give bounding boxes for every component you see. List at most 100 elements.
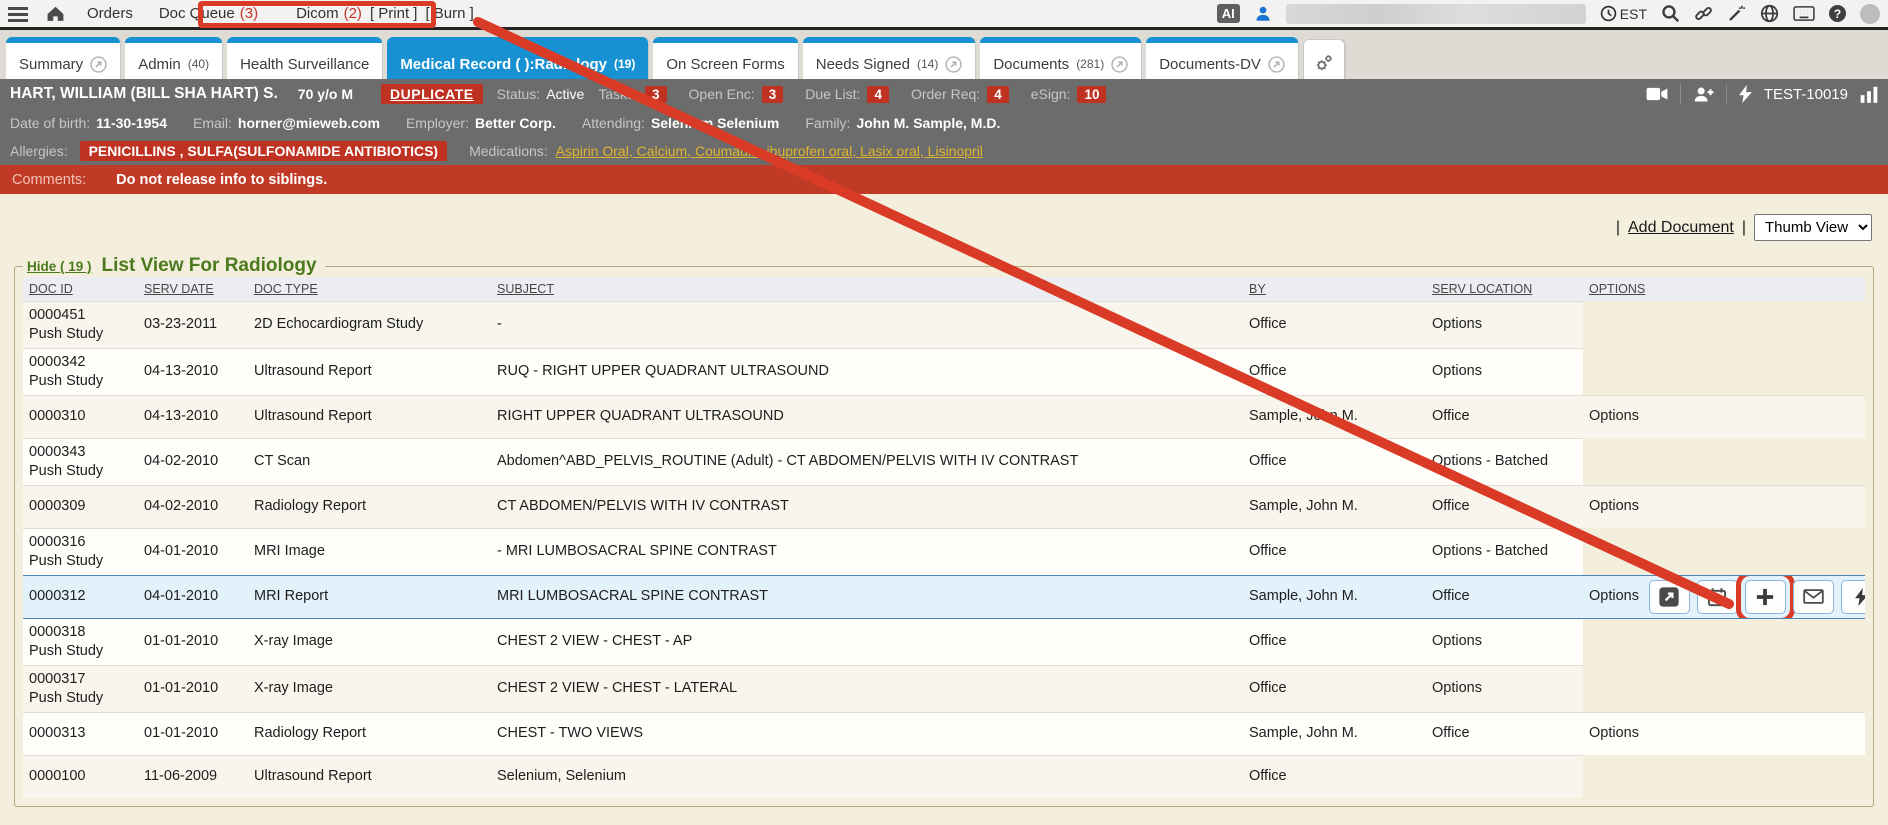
- divider: |: [1742, 219, 1746, 237]
- quick-action-lightning-icon[interactable]: [1739, 85, 1752, 103]
- patient-badge-item[interactable]: Order Req: 4: [911, 86, 1009, 103]
- nav-orders[interactable]: Orders: [87, 5, 133, 22]
- serv-location-cell: Office: [1426, 485, 1583, 528]
- nav-dicom[interactable]: Dicom (2): [296, 5, 362, 22]
- document-row[interactable]: 0000100 11-06-2009 Ultrasound Report Sel…: [23, 755, 1865, 798]
- add-document-link[interactable]: Add Document: [1628, 219, 1734, 237]
- info-value: Better Corp.: [475, 115, 556, 131]
- document-row[interactable]: 0000316 Push Study 04-01-2010 MRI Image …: [23, 528, 1865, 575]
- document-row[interactable]: 0000318 Push Study 01-01-2010 X-ray Imag…: [23, 618, 1865, 665]
- medication-link[interactable]: Calcium: [637, 143, 695, 159]
- by-cell: Selenium, Selenium: [491, 755, 1243, 798]
- subject-cell: - MRI LUMBOSACRAL SPINE CONTRAST: [491, 528, 1243, 575]
- document-row[interactable]: 0000313 01-01-2010 Radiology Report CHES…: [23, 712, 1865, 755]
- medication-link[interactable]: Coumadin: [695, 143, 767, 159]
- patient-badge-item[interactable]: Due List: 4: [805, 86, 889, 103]
- column-header[interactable]: SERV DATE: [138, 277, 248, 301]
- column-header[interactable]: DOC ID: [23, 277, 138, 301]
- options-link[interactable]: Options: [1432, 315, 1482, 334]
- ai-button[interactable]: AI: [1217, 4, 1240, 23]
- column-header[interactable]: SUBJECT: [491, 277, 1243, 301]
- patient-badge-item[interactable]: Open Enc: 3: [689, 86, 784, 103]
- tab-label: Summary: [19, 56, 83, 73]
- chart-tab[interactable]: Health Surveillance: [227, 37, 382, 79]
- options-link[interactable]: Options: [1589, 724, 1639, 743]
- email-button[interactable]: [1793, 580, 1834, 614]
- document-row[interactable]: 0000451 Push Study 03-23-2011 2D Echocar…: [23, 301, 1865, 348]
- chart-stats-icon[interactable]: [1860, 86, 1878, 103]
- column-header[interactable]: OPTIONS: [1583, 277, 1865, 301]
- chart-tab[interactable]: Documents-DV: [1146, 37, 1298, 79]
- options-link[interactable]: Options: [1589, 407, 1639, 426]
- options-cell: Options: [1426, 618, 1583, 665]
- options-link[interactable]: Options: [1432, 679, 1482, 698]
- patient-badge-item[interactable]: eSign: 10: [1031, 86, 1107, 103]
- badge-label: Tasks:: [598, 86, 638, 102]
- external-link-icon: [1268, 56, 1285, 73]
- view-mode-select[interactable]: Thumb View: [1754, 214, 1872, 241]
- doc-type-cell: Ultrasound Report: [248, 755, 491, 798]
- top-navigation-bar: Orders Doc Queue (3) Dicom (2) [ Print ]…: [0, 0, 1888, 30]
- help-icon[interactable]: ?: [1829, 5, 1846, 22]
- search-icon[interactable]: [1661, 4, 1680, 23]
- timezone-indicator[interactable]: EST: [1600, 5, 1647, 22]
- chart-tab[interactable]: [1303, 39, 1345, 79]
- dicom-print-button[interactable]: [ Print ]: [370, 5, 418, 22]
- options-link[interactable]: Options: [1432, 632, 1482, 651]
- medication-link[interactable]: Aspirin Oral: [556, 143, 637, 159]
- document-row[interactable]: 0000312 04-01-2010 MRI Report MRI LUMBOS…: [23, 575, 1865, 618]
- user-icon: [1254, 5, 1272, 23]
- home-button[interactable]: [46, 5, 65, 22]
- medication-link[interactable]: Lasix oral: [860, 143, 928, 159]
- open-document-button[interactable]: [1649, 580, 1690, 614]
- link-icon[interactable]: [1694, 4, 1713, 23]
- badge-count: 10: [1077, 86, 1106, 103]
- allergies-label: Allergies:: [10, 143, 68, 159]
- options-cell: Options: [1583, 395, 1865, 438]
- add-button[interactable]: [1745, 580, 1786, 614]
- keyboard-icon[interactable]: [1793, 5, 1815, 22]
- chart-tab[interactable]: Summary: [6, 37, 120, 79]
- options-cell: Options: [1426, 348, 1583, 395]
- comments-text: Do not release info to siblings.: [116, 172, 327, 188]
- video-camera-icon[interactable]: [1646, 86, 1668, 102]
- add-user-icon[interactable]: [1693, 86, 1714, 103]
- column-header[interactable]: BY: [1243, 277, 1426, 301]
- options-link[interactable]: Options - Batched: [1432, 452, 1548, 471]
- info-value: John M. Sample, M.D.: [856, 115, 1000, 131]
- document-row[interactable]: 0000317 Push Study 01-01-2010 X-ray Imag…: [23, 665, 1865, 712]
- calendar-button[interactable]: [1697, 580, 1738, 614]
- chart-tab[interactable]: Medical Record ( ):Radiology (19): [387, 37, 648, 79]
- document-row[interactable]: 0000310 04-13-2010 Ultrasound Report RIG…: [23, 395, 1865, 438]
- medication-link[interactable]: ibuprofen oral: [767, 143, 860, 159]
- badge-count: 3: [645, 86, 667, 103]
- chart-tab[interactable]: Admin (40): [125, 37, 222, 79]
- column-header[interactable]: SERV LOCATION: [1426, 277, 1583, 301]
- fax-button[interactable]: [1841, 580, 1865, 614]
- options-link[interactable]: Options - Batched: [1432, 542, 1548, 561]
- nav-doc-queue[interactable]: Doc Queue (3): [159, 5, 258, 22]
- chart-tab[interactable]: On Screen Forms: [653, 37, 797, 79]
- wand-icon[interactable]: [1727, 4, 1746, 23]
- options-link[interactable]: Options: [1432, 362, 1482, 381]
- options-link[interactable]: Options: [1589, 587, 1639, 606]
- doc-type-cell: MRI Image: [248, 528, 491, 575]
- document-row[interactable]: 0000309 04-02-2010 Radiology Report CT A…: [23, 485, 1865, 528]
- doc-id: 0000343: [29, 443, 132, 462]
- document-row[interactable]: 0000343 Push Study 04-02-2010 CT Scan Ab…: [23, 438, 1865, 485]
- hide-link[interactable]: Hide ( 19 ): [27, 259, 92, 274]
- chart-tab[interactable]: Needs Signed (14): [803, 37, 976, 79]
- hamburger-icon: [8, 6, 28, 22]
- dicom-burn-button[interactable]: [ Burn ]: [425, 5, 473, 22]
- duplicate-badge[interactable]: DUPLICATE: [381, 84, 483, 104]
- globe-icon[interactable]: [1760, 4, 1779, 23]
- document-row[interactable]: 0000342 Push Study 04-13-2010 Ultrasound…: [23, 348, 1865, 395]
- doc-id-cell: 0000312: [23, 575, 138, 618]
- medication-link[interactable]: Lisinopril: [928, 143, 983, 159]
- menu-button[interactable]: [8, 6, 28, 22]
- options-link[interactable]: Options: [1589, 497, 1639, 516]
- column-header[interactable]: DOC TYPE: [248, 277, 491, 301]
- patient-badge-item[interactable]: Tasks: 3: [598, 86, 666, 103]
- doc-type-cell: Ultrasound Report: [248, 348, 491, 395]
- chart-tab[interactable]: Documents (281): [980, 37, 1141, 79]
